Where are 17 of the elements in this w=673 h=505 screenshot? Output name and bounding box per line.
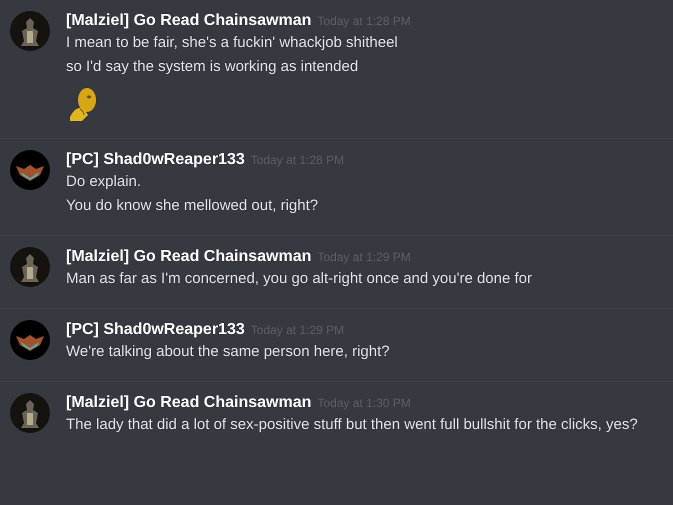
message-text: Man as far as I'm concerned, you go alt-right once and you're done for (66, 270, 532, 287)
message-text: The lady that did a lot of sex-positive stuff but then went full bullshit for the clicks, yes? (66, 416, 638, 433)
username[interactable]: [Malziel] Go Read Chainsawman (66, 247, 312, 267)
avatar-icon[interactable] (10, 150, 50, 190)
username[interactable]: [PC] Shad0wReaper133 (66, 150, 245, 170)
message-text: I mean to be fair, she's a fuckin' whackjob shitheel (66, 34, 398, 51)
message-text: so I'd say the system is working as intended (66, 58, 358, 75)
avatar-icon[interactable] (10, 320, 50, 360)
avatar-icon[interactable] (10, 393, 50, 433)
username[interactable]: [PC] Shad0wReaper133 (66, 320, 245, 340)
message-text: You do know she mellowed out, right? (66, 197, 318, 214)
avatar-icon[interactable] (10, 11, 50, 51)
message-text: We're talking about the same person here, right? (66, 343, 390, 360)
message-text: Do explain. (66, 173, 142, 190)
username[interactable]: [Malziel] Go Read Chainsawman (66, 393, 312, 413)
avatar-icon[interactable] (10, 247, 50, 287)
username[interactable]: [Malziel] Go Read Chainsawman (66, 11, 312, 31)
